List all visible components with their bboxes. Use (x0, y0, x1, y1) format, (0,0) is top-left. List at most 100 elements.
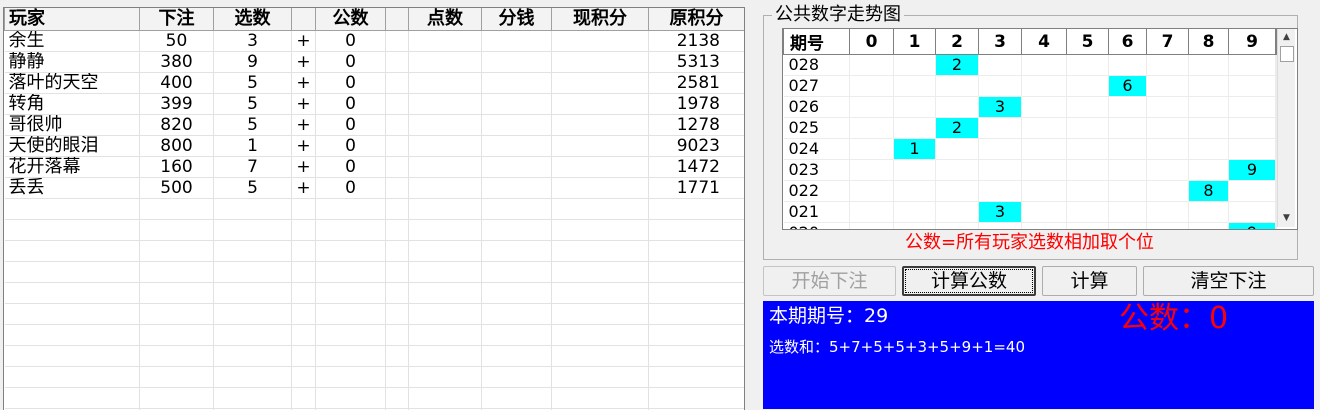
column-header[interactable]: 分钱 (482, 8, 552, 31)
table-row[interactable]: 哥很帅8205+01278 (5, 115, 745, 136)
player-grid[interactable]: 玩家下注选数 公数点数分钱现积分原积分 余生503+02138静静3809+053… (3, 7, 745, 410)
trend-cell (1067, 139, 1109, 160)
cell-pub: 0 (316, 157, 386, 178)
table-row[interactable]: 静静3809+05313 (5, 52, 745, 73)
cell-pub (316, 346, 386, 367)
cell-empty (386, 178, 409, 199)
scroll-up-arrow-icon[interactable]: ▲ (1278, 29, 1295, 46)
table-row[interactable]: 余生503+02138 (5, 31, 745, 52)
cell-empty (409, 52, 482, 73)
column-header[interactable] (292, 8, 316, 31)
cell-pick: 7 (214, 157, 292, 178)
cell-empty (386, 304, 409, 325)
cell-empty (552, 115, 649, 136)
cell-pub: 0 (316, 94, 386, 115)
cell-empty (409, 178, 482, 199)
cell-bet: 399 (140, 94, 214, 115)
scroll-down-arrow-icon[interactable]: ▼ (1278, 210, 1295, 227)
cell-pub (316, 367, 386, 388)
table-row[interactable] (5, 346, 745, 367)
trend-grid[interactable]: 期号0123456789 028202760263025202410239022… (782, 28, 1298, 230)
table-row[interactable] (5, 367, 745, 388)
cell-bet: 500 (140, 178, 214, 199)
cell-pick (214, 388, 292, 409)
trend-cell (979, 55, 1022, 76)
table-row[interactable]: 转角3995+01978 (5, 94, 745, 115)
trend-cell (1067, 55, 1109, 76)
column-header[interactable] (386, 8, 409, 31)
trend-hit-cell: 3 (979, 202, 1022, 223)
cell-pick (214, 325, 292, 346)
trend-cell (1067, 118, 1109, 139)
cell-empty (482, 388, 552, 409)
calc-public-button[interactable]: 计算公数 (902, 266, 1036, 296)
cell-name (5, 325, 140, 346)
cell-pub (316, 283, 386, 304)
period-cell: 021 (784, 202, 850, 223)
trend-cell (936, 160, 979, 181)
cell-empty (482, 115, 552, 136)
cell-empty (409, 367, 482, 388)
cell-empty (552, 220, 649, 241)
table-row[interactable]: 花开落幕1607+01472 (5, 157, 745, 178)
cell-bet (140, 388, 214, 409)
cell-empty (552, 388, 649, 409)
table-row[interactable] (5, 241, 745, 262)
column-header[interactable]: 玩家 (5, 8, 140, 31)
start-betting-button[interactable]: 开始下注 (763, 266, 896, 296)
digit-column-header: 8 (1189, 29, 1229, 55)
cell-empty (552, 367, 649, 388)
period-cell: 024 (784, 139, 850, 160)
table-row[interactable] (5, 283, 745, 304)
cell-empty (386, 283, 409, 304)
cell-empty (386, 262, 409, 283)
scroll-thumb[interactable] (1280, 46, 1294, 62)
trend-row: 0276 (784, 76, 1277, 97)
trend-cell (1229, 118, 1276, 139)
table-row[interactable]: 丢丢5005+01771 (5, 178, 745, 199)
cell-orig (649, 241, 745, 262)
cell-op (292, 199, 316, 220)
calc-button[interactable]: 计算 (1042, 266, 1137, 296)
cell-empty (482, 304, 552, 325)
column-header[interactable]: 选数 (214, 8, 292, 31)
cell-empty (482, 199, 552, 220)
table-row[interactable]: 天使的眼泪8001+09023 (5, 136, 745, 157)
trend-cell (1189, 97, 1229, 118)
trend-cell (1147, 97, 1189, 118)
trend-cell (979, 76, 1022, 97)
trend-hit-cell: 6 (1109, 76, 1147, 97)
table-row[interactable]: 落叶的天空4005+02581 (5, 73, 745, 94)
cell-op: + (292, 31, 316, 52)
cell-empty (386, 73, 409, 94)
trend-scrollbar[interactable]: ▲ ▼ (1277, 29, 1295, 227)
table-row[interactable] (5, 388, 745, 409)
cell-bet (140, 241, 214, 262)
table-row[interactable] (5, 262, 745, 283)
cell-op: + (292, 115, 316, 136)
table-row[interactable] (5, 325, 745, 346)
column-header[interactable]: 下注 (140, 8, 214, 31)
cell-orig: 1278 (649, 115, 745, 136)
table-row[interactable] (5, 304, 745, 325)
period-column-header: 期号 (784, 29, 850, 55)
cell-empty (552, 304, 649, 325)
trend-row: 0263 (784, 97, 1277, 118)
digit-column-header: 3 (979, 29, 1022, 55)
trend-cell (894, 160, 936, 181)
column-header[interactable]: 点数 (409, 8, 482, 31)
table-row[interactable] (5, 199, 745, 220)
column-header[interactable]: 现积分 (552, 8, 649, 31)
column-header[interactable]: 公数 (316, 8, 386, 31)
column-header[interactable]: 原积分 (649, 8, 745, 31)
table-row[interactable] (5, 220, 745, 241)
trend-cell (1189, 76, 1229, 97)
cell-empty (482, 94, 552, 115)
trend-cell (1022, 160, 1067, 181)
cell-empty (409, 157, 482, 178)
trend-cell (1147, 202, 1189, 223)
clear-bets-button[interactable]: 清空下注 (1143, 266, 1314, 296)
cell-empty (482, 31, 552, 52)
cell-empty (409, 31, 482, 52)
cell-empty (482, 262, 552, 283)
